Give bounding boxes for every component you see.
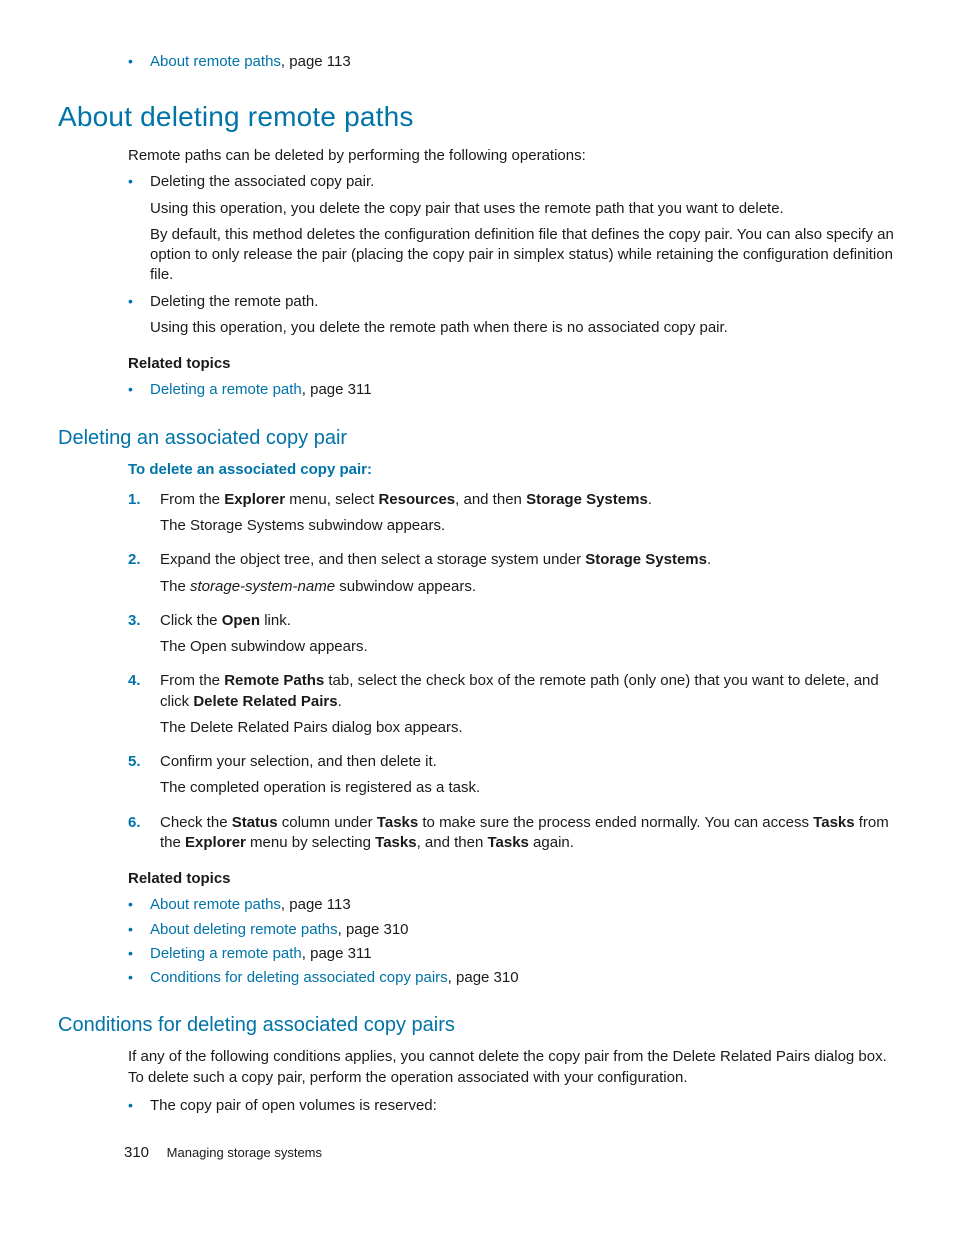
bullet-icon: • (128, 52, 150, 71)
link-about-remote-paths[interactable]: About remote paths (150, 53, 281, 70)
subsection-heading: Deleting an associated copy pair (58, 425, 894, 452)
link-page-ref: , page 310 (448, 969, 519, 986)
bullet-icon: • (128, 968, 150, 987)
body-text: The copy pair of open volumes is reserve… (150, 1096, 894, 1116)
step-item: Check the Status column under Tasks to m… (128, 813, 894, 854)
body-text: Remote paths can be deleted by performin… (128, 146, 894, 166)
list-item: • About deleting remote paths, page 310 (128, 920, 894, 940)
link-page-ref: , page 311 (302, 945, 372, 962)
page-number: 310 (124, 1144, 149, 1161)
bullet-icon: • (128, 895, 150, 914)
list-item: • Deleting the associated copy pair. (128, 172, 894, 192)
step-result: The Delete Related Pairs dialog box appe… (160, 718, 894, 738)
list-item: • The copy pair of open volumes is reser… (128, 1096, 894, 1116)
footer-title: Managing storage systems (167, 1145, 322, 1160)
list-item: • About remote paths, page 113 (128, 52, 894, 72)
step-text: From the Remote Paths tab, select the ch… (160, 672, 879, 709)
step-item: From the Explorer menu, select Resources… (128, 490, 894, 537)
step-result: The Open subwindow appears. (160, 637, 894, 657)
link-page-ref: , page 113 (281, 896, 351, 913)
link-page-ref: , page 310 (338, 921, 409, 938)
link-deleting-remote-path[interactable]: Deleting a remote path (150, 381, 302, 398)
related-topics-heading: Related topics (128, 354, 894, 374)
link-page-ref: , page 311 (302, 381, 372, 398)
link-about-remote-paths[interactable]: About remote paths (150, 896, 281, 913)
related-topics-heading: Related topics (128, 869, 894, 889)
link-about-deleting-remote-paths[interactable]: About deleting remote paths (150, 921, 338, 938)
step-item: From the Remote Paths tab, select the ch… (128, 671, 894, 738)
procedure-steps: From the Explorer menu, select Resources… (128, 490, 894, 853)
link-page-ref: , page 113 (281, 53, 351, 70)
step-text: Click the Open link. (160, 612, 291, 629)
bullet-icon: • (128, 944, 150, 963)
subsection-heading: Conditions for deleting associated copy … (58, 1012, 894, 1039)
list-item: • Deleting the remote path. (128, 292, 894, 312)
step-result: The completed operation is registered as… (160, 778, 894, 798)
step-text: Check the Status column under Tasks to m… (160, 814, 889, 851)
list-item: • Conditions for deleting associated cop… (128, 968, 894, 988)
bullet-icon: • (128, 920, 150, 939)
bullet-icon: • (128, 172, 150, 191)
step-result: The storage-system-name subwindow appear… (160, 577, 894, 597)
body-text: If any of the following conditions appli… (128, 1047, 894, 1088)
body-text: By default, this method deletes the conf… (150, 225, 894, 286)
step-item: Expand the object tree, and then select … (128, 550, 894, 597)
step-item: Click the Open link. The Open subwindow … (128, 611, 894, 658)
step-text: From the Explorer menu, select Resources… (160, 491, 652, 508)
body-text: Deleting the remote path. (150, 293, 318, 310)
step-result: The Storage Systems subwindow appears. (160, 516, 894, 536)
step-text: Confirm your selection, and then delete … (160, 753, 437, 770)
list-item: • Deleting a remote path, page 311 (128, 380, 894, 400)
list-item: • Deleting a remote path, page 311 (128, 944, 894, 964)
link-deleting-remote-path[interactable]: Deleting a remote path (150, 945, 302, 962)
body-text: Using this operation, you delete the rem… (150, 318, 894, 338)
list-item: • About remote paths, page 113 (128, 895, 894, 915)
section-heading: About deleting remote paths (58, 98, 894, 136)
step-text: Expand the object tree, and then select … (160, 551, 711, 568)
procedure-heading: To delete an associated copy pair: (128, 460, 894, 480)
bullet-icon: • (128, 292, 150, 311)
body-text: Deleting the associated copy pair. (150, 173, 374, 190)
link-conditions-deleting-copy-pairs[interactable]: Conditions for deleting associated copy … (150, 969, 448, 986)
step-item: Confirm your selection, and then delete … (128, 752, 894, 799)
body-text: Using this operation, you delete the cop… (150, 199, 894, 219)
bullet-icon: • (128, 1096, 150, 1115)
bullet-icon: • (128, 380, 150, 399)
page-footer: 310 Managing storage systems (124, 1143, 322, 1163)
